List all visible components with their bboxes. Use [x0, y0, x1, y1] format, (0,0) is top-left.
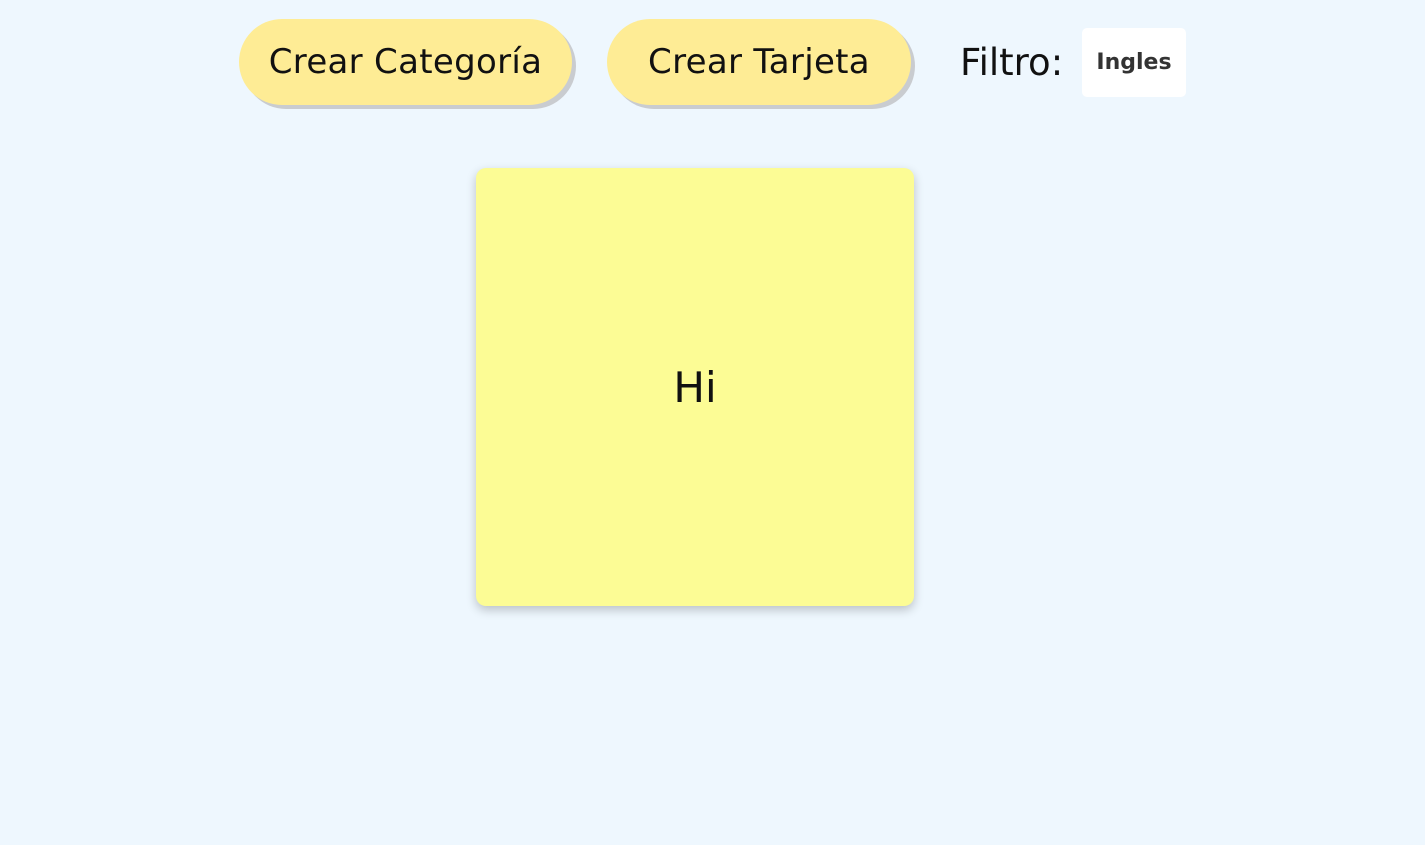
filter-label: Filtro: — [960, 41, 1064, 84]
toolbar: Crear Categoría Crear Tarjeta Filtro: In… — [0, 19, 1425, 109]
create-category-button[interactable]: Crear Categoría — [239, 19, 572, 105]
flashcard-text: Hi — [673, 362, 717, 412]
flashcard[interactable]: Hi — [476, 168, 914, 606]
filter-select[interactable]: Ingles — [1082, 28, 1186, 97]
create-card-button[interactable]: Crear Tarjeta — [607, 19, 911, 105]
